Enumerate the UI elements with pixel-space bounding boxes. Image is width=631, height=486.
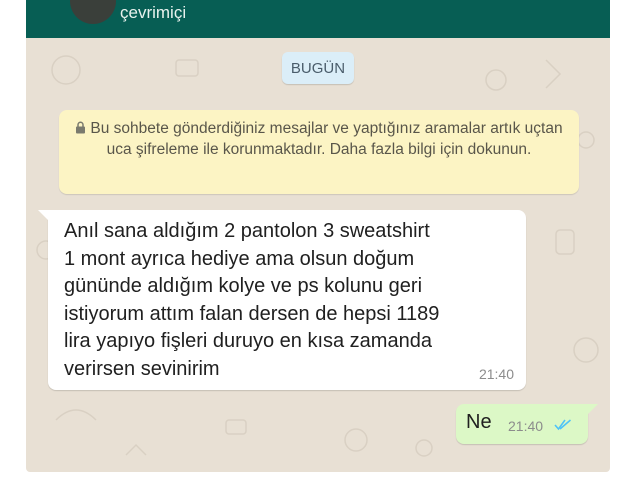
message-text: Anıl sana aldığım 2 pantolon 3 sweatshir…: [64, 220, 440, 380]
double-check-icon: [554, 419, 572, 431]
date-chip: BUGÜN: [282, 52, 354, 84]
avatar[interactable]: [70, 0, 116, 24]
message-text: Ne: [466, 411, 492, 433]
outgoing-message[interactable]: Ne 21:40: [456, 404, 598, 444]
chat-header: çevrimiçi: [26, 0, 610, 38]
incoming-message[interactable]: Anıl sana aldığım 2 pantolon 3 sweatshir…: [38, 210, 526, 390]
bubble-tail: [38, 210, 50, 222]
chat-screen: çevrimiçi BUGÜN Bu sohbete gönderdiğiniz…: [26, 0, 610, 472]
encryption-notice[interactable]: Bu sohbete gönderdiğiniz mesajlar ve yap…: [59, 110, 579, 194]
lock-icon: [76, 121, 86, 134]
message-time: 21:40: [478, 366, 514, 382]
message-time: 21:40: [508, 418, 544, 434]
bubble-tail: [586, 404, 598, 416]
contact-status: çevrimiçi: [120, 3, 187, 22]
encryption-notice-text: Bu sohbete gönderdiğiniz mesajlar ve yap…: [90, 120, 563, 158]
